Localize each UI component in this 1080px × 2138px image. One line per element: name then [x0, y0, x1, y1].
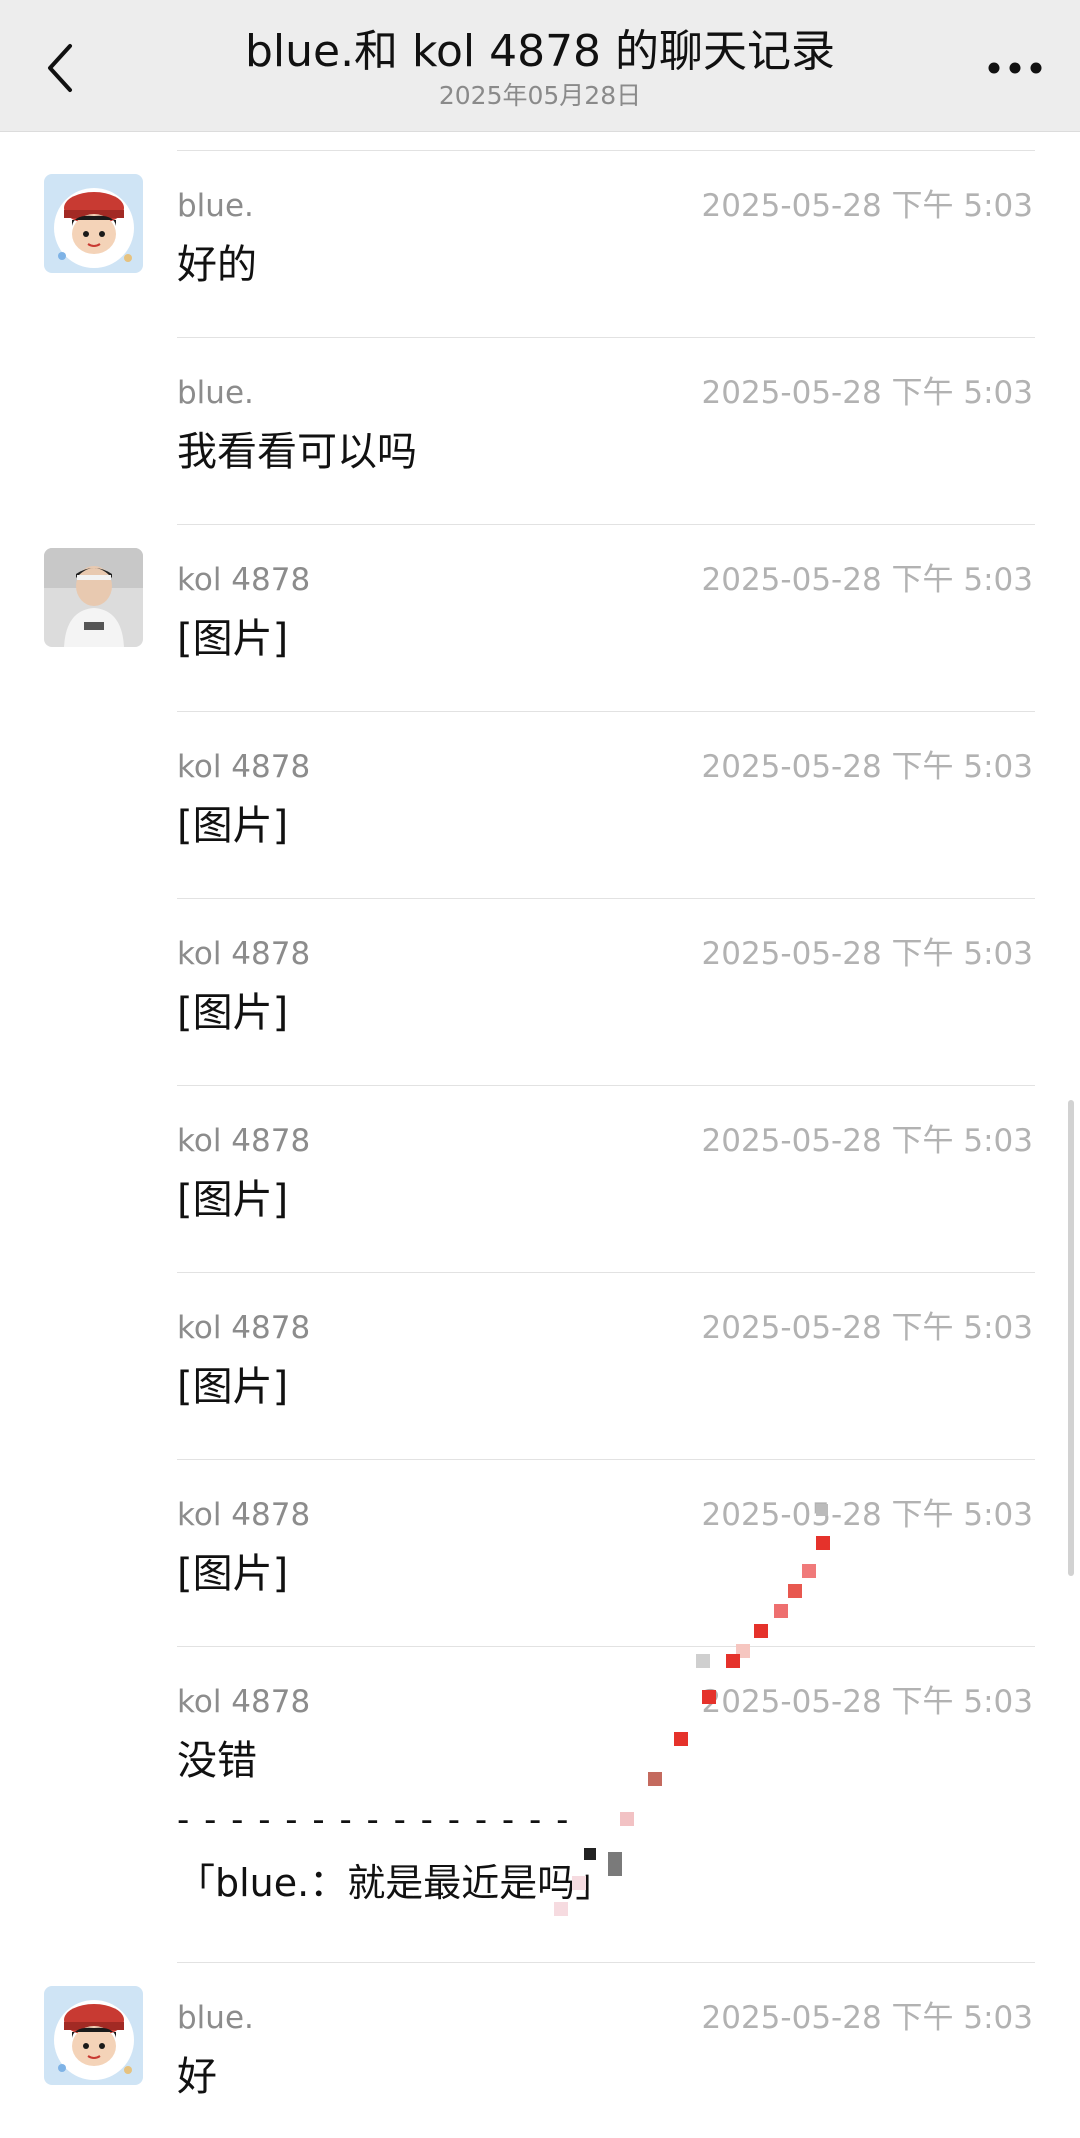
message-item[interactable]: blue. 2025-05-28 下午 5:03 好	[0, 1962, 1080, 2138]
sender-name: kol 4878	[177, 936, 311, 972]
avatar[interactable]	[44, 1986, 143, 2085]
message-text[interactable]: [图片]	[177, 799, 288, 853]
chevron-left-icon	[48, 44, 72, 92]
sender-name: blue.	[177, 375, 254, 411]
sender-name: blue.	[177, 2000, 254, 2036]
message-item[interactable]: kol 4878 2025-05-28 下午 5:03 [图片]	[0, 898, 1080, 1085]
message-item[interactable]: kol 4878 2025-05-28 下午 5:03 [图片]	[0, 1459, 1080, 1646]
message-time: 2025-05-28 下午 5:03	[701, 1310, 1033, 1346]
message-text: 我看看可以吗	[177, 429, 417, 475]
more-button[interactable]	[980, 38, 1050, 98]
message-item[interactable]: kol 4878 2025-05-28 下午 5:03 [图片]	[0, 1085, 1080, 1272]
sender-name: kol 4878	[177, 749, 311, 785]
page-subtitle: 2025年05月28日	[438, 81, 642, 110]
message-list[interactable]: blue. 2025-05-28 下午 5:03 好的 blue. 2025-0…	[0, 132, 1080, 2138]
message-time: 2025-05-28 下午 5:03	[701, 188, 1033, 224]
avatar[interactable]	[44, 174, 143, 273]
page-title: blue.和 kol 4878 的聊天记录	[244, 26, 836, 77]
message-time: 2025-05-28 下午 5:03	[701, 2000, 1033, 2036]
message-item[interactable]: kol 4878 2025-05-28 下午 5:03 [图片]	[0, 711, 1080, 898]
message-item[interactable]: blue. 2025-05-28 下午 5:03 好的	[0, 150, 1080, 337]
quoted-message[interactable]: 「blue.：就是最近是吗」	[177, 1858, 613, 1908]
message-text[interactable]: [图片]	[177, 986, 288, 1040]
back-button[interactable]	[30, 28, 90, 108]
avatar[interactable]	[44, 548, 143, 647]
sender-name: kol 4878	[177, 1123, 311, 1159]
sender-name: blue.	[177, 188, 254, 224]
message-time: 2025-05-28 下午 5:03	[701, 562, 1033, 598]
message-item[interactable]: blue. 2025-05-28 下午 5:03 我看看可以吗	[0, 337, 1080, 524]
message-item[interactable]: kol 4878 2025-05-28 下午 5:03 [图片]	[0, 1272, 1080, 1459]
scrollbar[interactable]	[1068, 1100, 1074, 1576]
chat-history-page: blue.和 kol 4878 的聊天记录 2025年05月28日 blue. …	[0, 0, 1080, 2138]
nav-header: blue.和 kol 4878 的聊天记录 2025年05月28日	[0, 0, 1080, 132]
avatar-kol-image	[44, 548, 143, 647]
message-text[interactable]: [图片]	[177, 1173, 288, 1227]
sender-name: kol 4878	[177, 562, 311, 598]
message-item[interactable]: kol 4878 2025-05-28 下午 5:03 [图片]	[0, 524, 1080, 711]
sender-name: kol 4878	[177, 1684, 311, 1720]
message-time: 2025-05-28 下午 5:03	[701, 936, 1033, 972]
more-dots-icon	[988, 62, 1042, 74]
message-text: 好	[177, 2054, 217, 2100]
message-text: 好的	[177, 242, 257, 288]
message-text: 没错	[177, 1738, 257, 1784]
message-text[interactable]: [图片]	[177, 1547, 288, 1601]
message-item[interactable]: kol 4878 2025-05-28 下午 5:03 没错 - - - - -…	[0, 1646, 1080, 1962]
avatar-blue-image	[44, 1986, 143, 2085]
quote-divider: - - - - - - - - - - - - - - -	[177, 1800, 571, 1840]
sender-name: kol 4878	[177, 1310, 311, 1346]
message-text[interactable]: [图片]	[177, 1360, 288, 1414]
sender-name: kol 4878	[177, 1497, 311, 1533]
message-text[interactable]: [图片]	[177, 612, 288, 666]
message-time: 2025-05-28 下午 5:03	[701, 1497, 1033, 1533]
message-time: 2025-05-28 下午 5:03	[701, 749, 1033, 785]
message-time: 2025-05-28 下午 5:03	[701, 1684, 1033, 1720]
message-time: 2025-05-28 下午 5:03	[701, 375, 1033, 411]
message-time: 2025-05-28 下午 5:03	[701, 1123, 1033, 1159]
avatar-blue-image	[44, 174, 143, 273]
